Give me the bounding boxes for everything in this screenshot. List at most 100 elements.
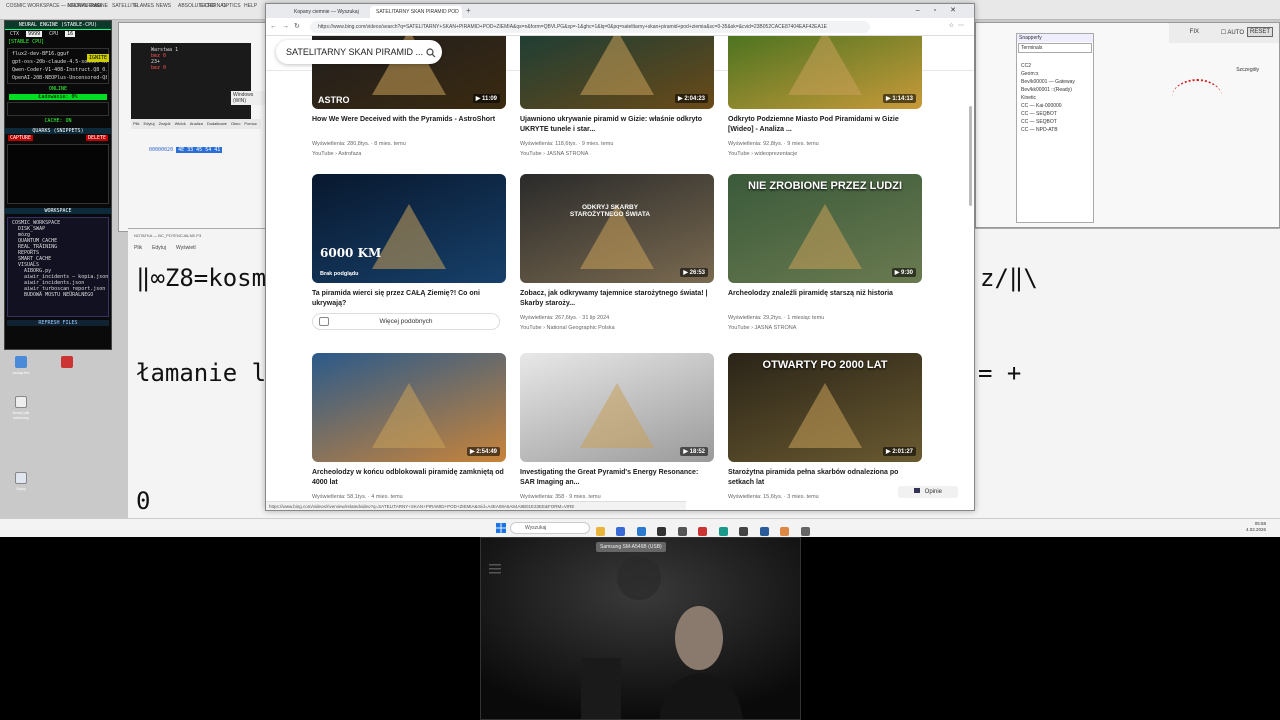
hex-menu-item[interactable]: Znajdź	[159, 121, 171, 126]
app-icon[interactable]	[698, 527, 708, 536]
snapper-subtitle[interactable]: Terminals	[1018, 43, 1092, 53]
app-icon[interactable]	[780, 527, 790, 536]
snapper-line: Kinetic	[1021, 95, 1037, 101]
video-thumbnail[interactable]: 1:14:13	[728, 36, 922, 109]
video-title[interactable]: Odkryto Podziemne Miasto Pod Piramidami …	[728, 115, 922, 135]
capture-button[interactable]: CAPTURE	[8, 135, 34, 141]
editor-menu-item[interactable]: Wyświetl	[176, 245, 196, 251]
hex-menu-item[interactable]: Analiza	[190, 121, 203, 126]
hex-menubar: Plik Edytuj Znajdź Widok Analiza Dodatkowe Okn…	[131, 119, 261, 129]
video-source[interactable]: YouTube › National Geographic Polska	[520, 323, 615, 333]
app-icon[interactable]	[636, 527, 646, 536]
video-source[interactable]: YouTube › JASNA STRONA	[728, 323, 796, 333]
layer-preview: Warstwa 1 bez 0 23+ bez 0	[131, 43, 251, 123]
model-item[interactable]: Qwen-Coder-V1-408-Instruct.Q8_0.gguf	[9, 66, 107, 74]
app-icon[interactable]	[759, 527, 769, 536]
hex-menu-item[interactable]: Widok	[175, 121, 186, 126]
video-thumbnail[interactable]: 6000 KM Brak podglądu	[312, 174, 506, 283]
editor-menu-item[interactable]: Plik	[134, 245, 142, 251]
hex-menu-item[interactable]: Edytuj	[143, 121, 154, 126]
app-icon[interactable]	[800, 527, 810, 536]
video-title[interactable]: Ta piramida wierci się przez CAŁĄ Ziemię…	[312, 289, 506, 309]
hex-selection[interactable]: 4E 33 45 54 41	[176, 147, 223, 153]
thumbnail-caption: OTWARTY PO 2000 LAT	[762, 359, 888, 371]
video-thumbnail[interactable]: 2:04:23	[520, 36, 714, 109]
url-field[interactable]: https://www.bing.com/videos/search?q=SAT…	[310, 21, 870, 33]
cpu-input[interactable]: 16	[65, 31, 76, 37]
hex-menu-item[interactable]: Plik	[133, 121, 139, 126]
new-tab-icon[interactable]: +	[466, 6, 471, 15]
terminal-icon[interactable]	[657, 527, 667, 536]
snapper-line: CC — SEQBOT	[1021, 111, 1057, 117]
video-title[interactable]: Archeolodzy w końcu odblokowali piramidę…	[312, 468, 506, 488]
editor-tab[interactable]: NOTATKA — BC_POTENCJALNE.P3	[134, 233, 201, 238]
editor-line-1-left: ‖∞Z8=kosm	[136, 264, 267, 292]
desktop-icon-label: Spisy	[16, 486, 26, 491]
taskbar-search[interactable]: Wyszukaj	[510, 522, 590, 534]
video-source[interactable]: YouTube › wideoprezentacje	[728, 149, 797, 159]
snapper-line: CC2	[1021, 63, 1032, 69]
app-icon[interactable]	[616, 527, 626, 536]
model-item[interactable]: OpenAI-20B-NEOPlus-Uncensored-Q8_0	[9, 74, 107, 82]
hex-menu-item[interactable]: Dodatkowe	[207, 121, 227, 126]
video-source[interactable]: YouTube › Astrofaza	[312, 149, 361, 159]
windows-start-icon[interactable]	[496, 523, 506, 533]
background-menu-item[interactable]: FLAMES	[134, 3, 154, 9]
tab-active-search[interactable]: SATELITARNY SKAN PIRAMID POD ✕	[370, 6, 462, 18]
auto-checkbox[interactable]: ☐ AUTO	[1221, 29, 1244, 36]
app-icon[interactable]	[677, 527, 687, 536]
reset-button[interactable]: RESET	[1246, 27, 1273, 37]
video-duration: 2:54:49	[467, 447, 500, 456]
system-clock[interactable]: 05:58 4.02.2026	[1246, 521, 1266, 533]
video-source[interactable]: YouTube › JASNA STRONA	[520, 149, 588, 159]
window-controls[interactable]: –▫✕	[916, 6, 970, 14]
search-input[interactable]: SATELITARNY SKAN PIRAMID ...	[276, 40, 442, 64]
video-thumbnail[interactable]: 18:52	[520, 353, 714, 462]
background-menu-item[interactable]: Tools	[90, 3, 102, 9]
editor-line-2-right: = +	[978, 359, 1022, 387]
scrollbar[interactable]	[969, 106, 972, 206]
video-title[interactable]: Zobacz, jak odkrywamy tajemnice starożyt…	[520, 289, 714, 309]
extension-icons[interactable]: ☆⋯	[949, 22, 968, 29]
status-bar-url: https://www.bing.com/videos/riverview/re…	[266, 501, 686, 510]
workspace-tree[interactable]: COSMIC_WORKSPACE DISK_SWAP mózg QUANTUM_CAC…	[7, 217, 109, 317]
refresh-files-button[interactable]: REFRESH FILES	[7, 320, 109, 326]
video-thumbnail[interactable]: 2:54:49	[312, 353, 506, 462]
app-icon[interactable]	[739, 527, 749, 536]
editor-menu-item[interactable]: Edytuj	[152, 245, 166, 251]
video-thumbnail[interactable]: ODKRYJ SKARBY STAROŻYTNEGO ŚWIATA 26:53	[520, 174, 714, 283]
desktop-icon[interactable]	[52, 356, 82, 370]
feedback-button[interactable]: Opinie	[898, 486, 958, 498]
more-similar-button[interactable]: Więcej podobnych	[312, 313, 500, 330]
menu-icon[interactable]	[489, 564, 501, 574]
file-icon	[15, 356, 27, 368]
video-thumbnail[interactable]: OTWARTY PO 2000 LAT 2:01:27	[728, 353, 922, 462]
desktop-icon[interactable]: ssoap.fbx	[6, 356, 36, 375]
details-label[interactable]: Szczegóły	[1236, 67, 1259, 73]
file-explorer-icon[interactable]	[596, 527, 605, 536]
desktop-icon[interactable]: Nowy plik tekstowy	[6, 396, 36, 420]
background-menu-item[interactable]: HELP	[244, 3, 257, 9]
video-title[interactable]: Starożytna piramida pełna skarbów odnale…	[728, 468, 922, 488]
hex-menu-item[interactable]: Pomoc	[244, 121, 256, 126]
ignite-button[interactable]: IGNITE	[86, 54, 109, 62]
ctx-input[interactable]: 9999	[26, 31, 43, 37]
hex-menu-item[interactable]: Okno	[231, 121, 241, 126]
video-source[interactable]: YouTube › JASNA STRONA	[728, 502, 796, 504]
video-title[interactable]: Ujawniono ukrywanie piramid w Gizie: wła…	[520, 115, 714, 135]
desktop-icon[interactable]: Spisy	[6, 472, 36, 491]
background-menu-item[interactable]: OPTICS	[222, 3, 241, 9]
video-thumbnail[interactable]: NIE ZROBIONE PRZEZ LUDZI 9:30	[728, 174, 922, 283]
video-title[interactable]: How We Were Deceived with the Pyramids -…	[312, 115, 506, 125]
snapper-line: Geom:x	[1021, 71, 1039, 77]
background-menu-item[interactable]: NEWS	[156, 3, 171, 9]
workspace-item[interactable]: BUDOWA MOSTU NEURALNEGO	[10, 292, 106, 298]
nav-buttons[interactable]: ←→↻	[270, 22, 305, 30]
video-title[interactable]: Archeolodzy znaleźli piramidę starszą ni…	[728, 289, 922, 299]
camera-device-label: Samsung SM-A546B (USB)	[596, 542, 666, 552]
video-title[interactable]: Investigating the Great Pyramid's Energy…	[520, 468, 714, 488]
tab-search-1[interactable]: Kopany ciemnie — Wyszukaj	[288, 6, 368, 18]
search-icon[interactable]	[426, 48, 436, 58]
delete-button[interactable]: DELETE	[85, 135, 108, 141]
edge-icon[interactable]	[718, 527, 728, 536]
